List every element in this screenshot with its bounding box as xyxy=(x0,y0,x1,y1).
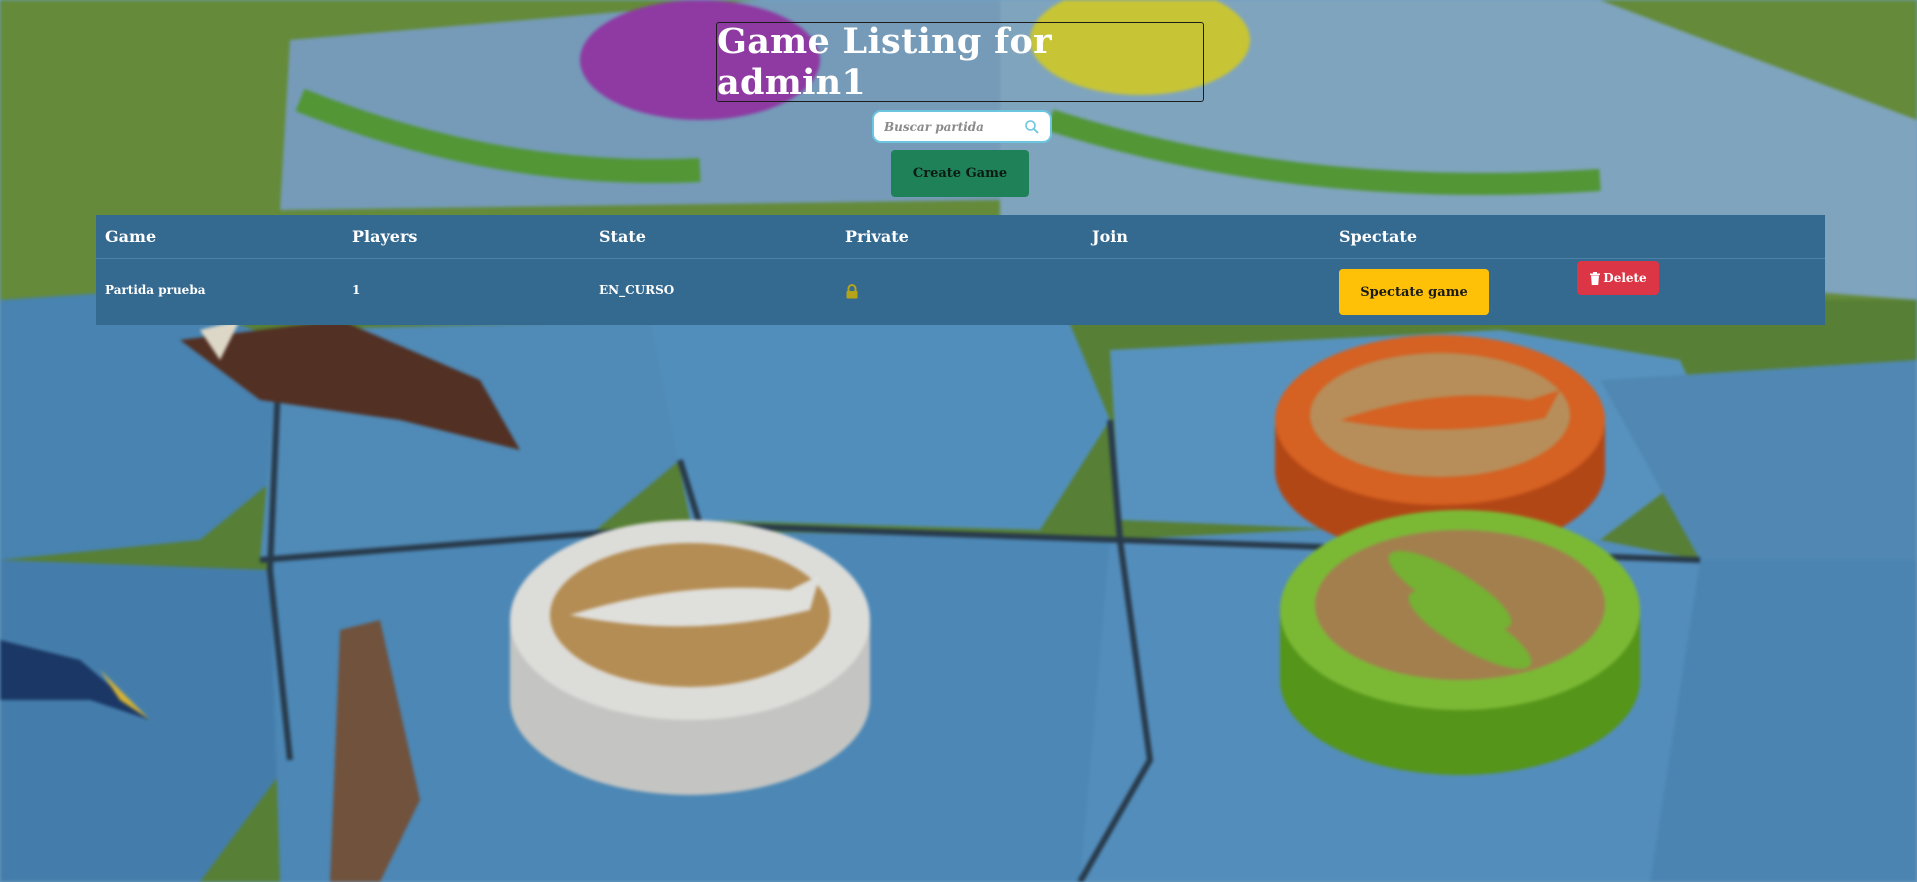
cell-players: 1 xyxy=(352,283,361,297)
table-row: Partida prueba 1 EN_CURSO Spectate game … xyxy=(96,259,1825,325)
search-icon[interactable] xyxy=(1024,119,1040,135)
delete-game-button[interactable]: Delete xyxy=(1577,261,1659,295)
cell-state: EN_CURSO xyxy=(599,283,675,297)
column-header-players: Players xyxy=(352,227,418,246)
column-header-spectate: Spectate xyxy=(1339,227,1417,246)
column-header-state: State xyxy=(599,227,646,246)
delete-label: Delete xyxy=(1603,271,1647,285)
search-box[interactable] xyxy=(872,110,1052,143)
table-header: Game Players State Private Join Spectate xyxy=(96,215,1825,259)
column-header-join: Join xyxy=(1092,227,1128,246)
spectate-game-button[interactable]: Spectate game xyxy=(1339,269,1489,315)
lock-icon xyxy=(846,284,858,299)
search-input[interactable] xyxy=(884,119,1024,134)
page-title: Game Listing for admin1 xyxy=(717,21,1052,103)
create-game-button[interactable]: Create Game xyxy=(891,150,1029,197)
column-header-private: Private xyxy=(845,227,909,246)
trash-icon xyxy=(1590,271,1601,285)
page-title-box: Game Listing for admin1 xyxy=(716,21,1204,103)
column-header-game: Game xyxy=(105,227,157,246)
games-table: Game Players State Private Join Spectate… xyxy=(96,215,1825,325)
cell-game-name: Partida prueba xyxy=(105,283,206,297)
